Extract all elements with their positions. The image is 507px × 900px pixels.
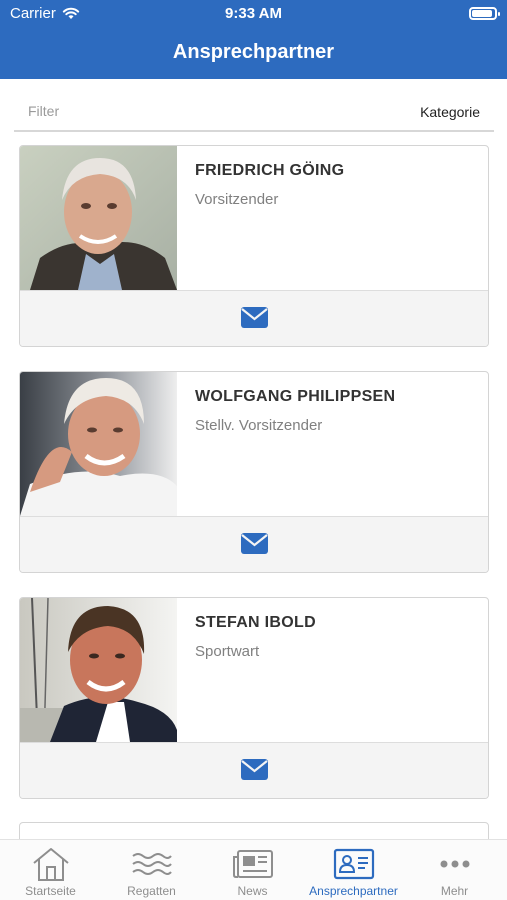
app-header: Carrier 9:33 AM Ansprechpartner — [0, 0, 507, 79]
contact-name: STEFAN IBOLD — [195, 614, 316, 631]
contact-name: FRIEDRICH GÖING — [195, 162, 345, 179]
waves-icon — [101, 846, 202, 882]
contact-card-footer — [20, 516, 488, 572]
mail-icon[interactable] — [241, 533, 268, 554]
tab-label: News — [237, 884, 268, 898]
filter-input[interactable] — [28, 103, 228, 119]
contact-card-icon — [303, 846, 404, 882]
contact-card: FRIEDRICH GÖING Vorsitzender — [19, 145, 489, 347]
filter-bar: Kategorie — [14, 96, 494, 132]
contact-photo — [20, 598, 177, 742]
contact-card: WOLFGANG PHILIPPSEN Stellv. Vorsitzender — [19, 371, 489, 573]
home-icon — [0, 846, 101, 882]
newspaper-icon — [202, 846, 303, 882]
tab-ansprechpartner[interactable]: Ansprechpartner — [303, 840, 404, 900]
tab-label: Mehr — [440, 884, 469, 898]
tab-startseite[interactable]: Startseite — [0, 840, 101, 900]
tab-bar: Startseite Regatten News Ansprechpartner… — [0, 839, 507, 900]
contact-role: Stellv. Vorsitzender — [195, 417, 323, 434]
tab-regatten[interactable]: Regatten — [101, 840, 202, 900]
contact-card: STEFAN IBOLD Sportwart — [19, 597, 489, 799]
tab-mehr[interactable]: Mehr — [404, 840, 505, 900]
tab-label: Ansprechpartner — [309, 884, 398, 898]
mail-icon[interactable] — [241, 307, 268, 328]
status-time: 9:33 AM — [225, 5, 282, 22]
contact-card-footer — [20, 742, 488, 798]
tab-news[interactable]: News — [202, 840, 303, 900]
contact-role: Vorsitzender — [195, 191, 279, 208]
status-bar: Carrier 9:33 AM — [0, 0, 507, 28]
page-title: Ansprechpartner — [172, 41, 335, 63]
contact-photo — [20, 372, 177, 516]
category-button[interactable]: Kategorie — [420, 104, 480, 120]
mail-icon[interactable] — [241, 759, 268, 780]
tab-label: Startseite — [25, 884, 76, 898]
tab-label: Regatten — [127, 884, 176, 898]
contact-name: WOLFGANG PHILIPPSEN — [195, 388, 396, 405]
contact-role: Sportwart — [195, 643, 260, 660]
contact-photo — [20, 146, 177, 290]
more-dots-icon — [404, 846, 505, 882]
contact-card-footer — [20, 290, 488, 346]
battery-icon — [469, 7, 500, 20]
